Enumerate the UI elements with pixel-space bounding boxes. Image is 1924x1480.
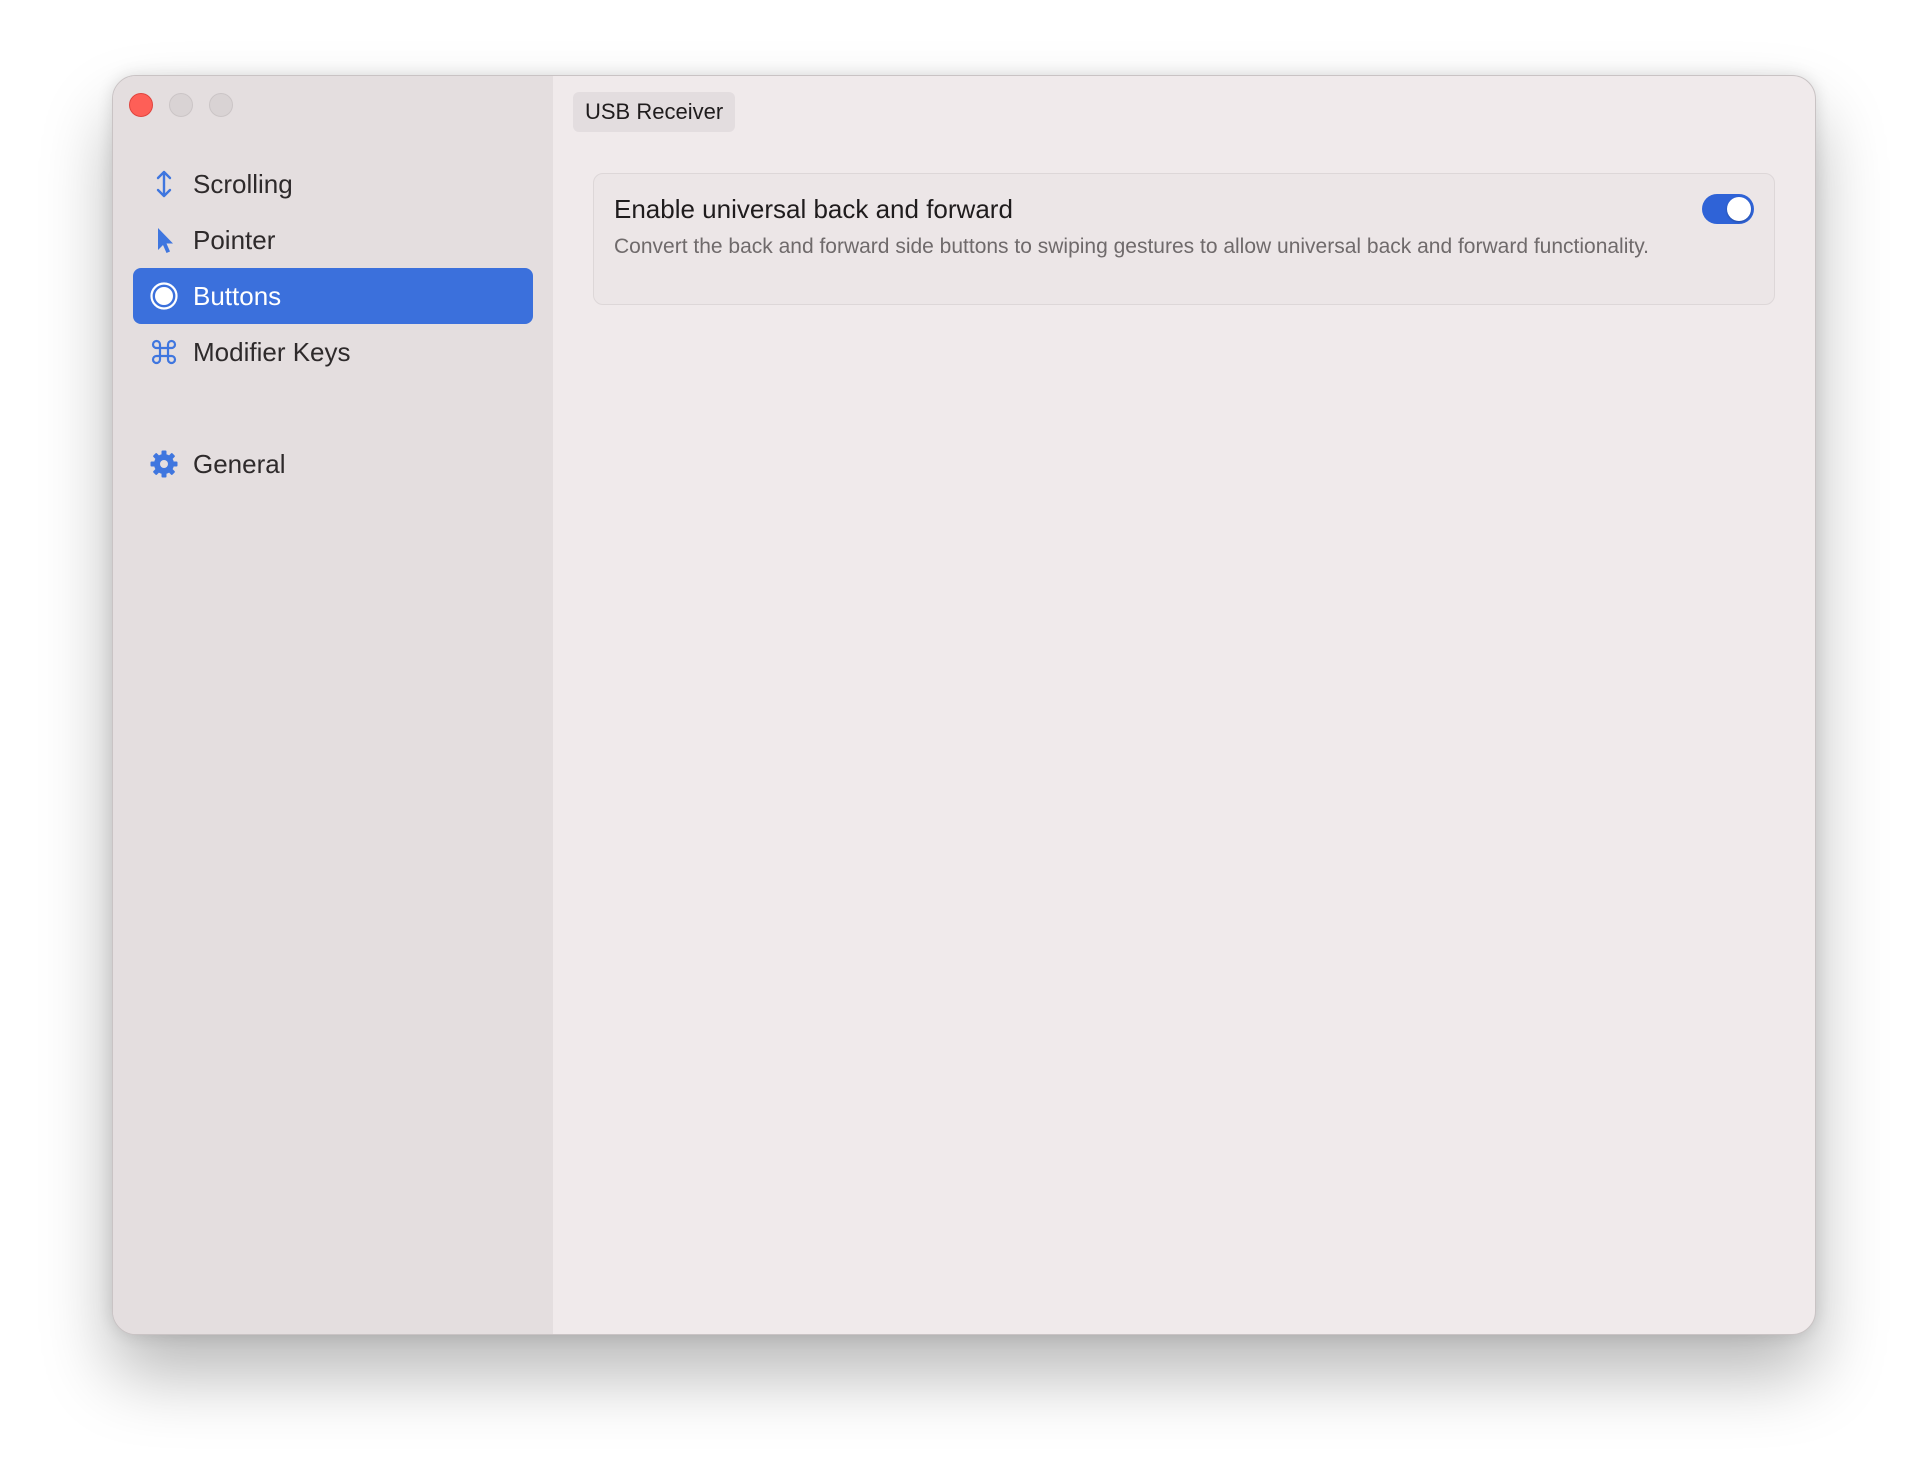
toggle-knob [1727, 197, 1751, 221]
minimize-window-button[interactable] [169, 93, 193, 117]
sidebar-item-general[interactable]: General [133, 436, 533, 492]
setting-card-universal-back-forward: Enable universal back and forward Conver… [593, 173, 1775, 305]
device-selector-tab[interactable]: USB Receiver [573, 92, 736, 132]
setting-title: Enable universal back and forward [614, 194, 1013, 224]
sidebar-item-label: General [193, 448, 286, 479]
close-window-button[interactable] [129, 93, 153, 117]
gear-icon [149, 449, 179, 479]
sidebar-item-pointer[interactable]: Pointer [133, 212, 533, 268]
sidebar-item-buttons[interactable]: Buttons [133, 268, 533, 324]
sidebar-item-label: Pointer [193, 224, 276, 255]
vertical-arrows-icon [149, 169, 179, 199]
main-content: USB Receiver Enable universal back and f… [553, 76, 1815, 1334]
command-key-icon [149, 337, 179, 367]
sidebar-item-modifier-keys[interactable]: Modifier Keys [133, 324, 533, 380]
sidebar: Scrolling Pointer Buttons Modifier Keys … [113, 76, 553, 1334]
sidebar-item-label: Modifier Keys [193, 336, 351, 367]
window-controls [129, 93, 233, 117]
universal-back-forward-toggle[interactable] [1702, 194, 1754, 224]
cursor-arrow-icon [149, 225, 179, 255]
app-window: Scrolling Pointer Buttons Modifier Keys … [112, 75, 1816, 1335]
zoom-window-button[interactable] [209, 93, 233, 117]
sidebar-nav: Scrolling Pointer Buttons Modifier Keys … [133, 156, 533, 492]
sidebar-item-scrolling[interactable]: Scrolling [133, 156, 533, 212]
circle-button-icon [149, 281, 179, 311]
sidebar-item-label: Buttons [193, 280, 282, 311]
setting-description: Convert the back and forward side button… [614, 235, 1649, 258]
sidebar-item-label: Scrolling [193, 168, 293, 199]
